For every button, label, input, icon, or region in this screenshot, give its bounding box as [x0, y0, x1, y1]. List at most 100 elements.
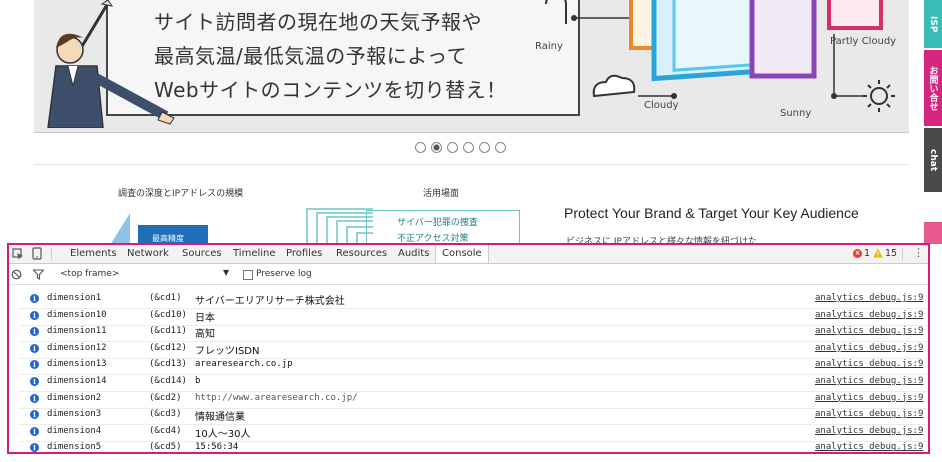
weather-label-rainy: Rainy — [535, 41, 563, 52]
side-tab-contact[interactable]: お問い合せ — [924, 50, 942, 126]
hero-line-3: Webサイトのコンテンツを切り替え！ — [154, 78, 507, 102]
carousel-dot-active[interactable] — [431, 142, 442, 153]
console-row-key: dimension2 — [47, 392, 102, 403]
console-row-source-link[interactable]: analytics_debug.js:9 — [815, 359, 923, 369]
side-tabs: ISP お問い合せ chat — [924, 0, 942, 244]
clear-console-icon[interactable] — [11, 269, 22, 280]
usage-box: サイバー犯罪の捜査 不正アクセス対策 — [366, 210, 520, 244]
console-row-key: dimension12 — [47, 342, 107, 353]
console-row-key: dimension14 — [47, 376, 107, 386]
devtools-panel: Elements Network Sources Timeline Profil… — [7, 243, 930, 454]
weather-label-partly-cloudy: Partly Cloudy — [830, 36, 897, 47]
carousel-dot[interactable] — [495, 142, 506, 153]
warning-count[interactable]: 15 — [885, 248, 897, 259]
carousel-dot[interactable] — [415, 142, 426, 153]
carousel-dot[interactable] — [447, 142, 458, 153]
tagline-heading: Protect Your Brand & Target Your Key Aud… — [564, 205, 859, 221]
error-count[interactable]: 1 — [864, 248, 870, 259]
warning-icon — [873, 248, 883, 258]
tab-timeline[interactable]: Timeline — [233, 245, 276, 263]
devtools-toolbar: Elements Network Sources Timeline Profil… — [9, 245, 928, 264]
section-left-title: 調査の深度とIPアドレスの規模 — [118, 189, 244, 199]
frame-select[interactable]: <top frame> — [60, 269, 119, 279]
console-row-source-link[interactable]: analytics_debug.js:9 — [815, 343, 923, 353]
inspect-element-icon[interactable] — [12, 248, 24, 260]
console-row: i dimension10 (&cd10) 日本 analytics_debug.js:… — [19, 308, 928, 326]
console-row-param: (&cd1) — [149, 293, 182, 303]
console-row-value: 10人～30人 — [195, 428, 251, 440]
weather-label-cloudy: Cloudy — [644, 100, 679, 111]
console-row: i dimension2 (&cd2) http://www.arearesearch… — [19, 391, 928, 409]
console-row-value: 情報通信業 — [195, 412, 245, 424]
console-row-source-link[interactable]: analytics_debug.js:9 — [815, 293, 923, 303]
info-icon: i — [30, 426, 39, 436]
tab-audits[interactable]: Audits — [398, 245, 429, 263]
console-row-value: サイバーエリアリサーチ株式会社 — [195, 296, 345, 307]
console-filter-bar: <top frame> ▼ Preserve log — [9, 264, 928, 285]
console-row-param: (&cd12) — [149, 342, 187, 353]
console-row: i dimension13 (&cd13) arearesearch.co.jp ana… — [19, 357, 928, 376]
info-icon: i — [30, 393, 39, 403]
console-row-key: dimension5 — [47, 442, 102, 453]
website-viewport: サイト訪問者の現在地の天気予報や 最高気温/最低気温の予報によって Webサイト… — [0, 0, 942, 244]
console-log: i dimension1 (&cd1) サイバーエリアリサーチ株式会社 analytic… — [9, 291, 928, 452]
console-row-value: フレッツISDN — [195, 345, 260, 357]
preserve-log-checkbox[interactable] — [243, 270, 253, 280]
console-row-source-link[interactable]: analytics_debug.js:9 — [815, 310, 923, 320]
console-row-source-link[interactable]: analytics_debug.js:9 — [815, 409, 923, 419]
tab-resources[interactable]: Resources — [336, 245, 387, 263]
side-tab-isp[interactable]: ISP — [924, 0, 942, 48]
console-row-param: (&cd14) — [149, 376, 187, 386]
hero-banner[interactable]: サイト訪問者の現在地の天気予報や 最高気温/最低気温の予報によって Webサイト… — [34, 0, 909, 133]
console-row: i dimension14 (&cd14) b analytics_debug.js:9 — [19, 374, 928, 392]
side-tab-chat[interactable]: chat — [924, 128, 942, 192]
console-row-param: (&cd13) — [149, 359, 187, 370]
tab-profiles[interactable]: Profiles — [286, 245, 322, 263]
console-row-param: (&cd2) — [149, 392, 182, 403]
console-row-param: (&cd11) — [149, 326, 187, 337]
console-row: i dimension4 (&cd4) 10人～30人 analytics_debug.… — [19, 424, 928, 442]
filter-icon[interactable] — [33, 269, 44, 280]
console-row-source-link[interactable]: analytics_debug.js:9 — [815, 393, 923, 403]
console-row-value: arearesearch.co.jp — [195, 359, 293, 370]
console-row-value: 日本 — [195, 312, 215, 324]
info-icon: i — [30, 410, 39, 420]
tab-elements[interactable]: Elements — [70, 245, 117, 263]
device-mode-icon[interactable] — [32, 247, 42, 260]
console-row-source-link[interactable]: analytics_debug.js:9 — [815, 326, 923, 336]
divider — [34, 164, 909, 165]
section-mid-title: 活用場面 — [423, 189, 460, 199]
info-icon: i — [30, 294, 39, 303]
console-row: i dimension11 (&cd11) 高知 analytics_debug.js:… — [19, 324, 928, 343]
console-row-source-link[interactable]: analytics_debug.js:9 — [815, 442, 923, 452]
console-row-param: (&cd3) — [149, 409, 182, 420]
weather-label-sunny: Sunny — [780, 108, 812, 119]
side-tab-extra[interactable] — [924, 222, 942, 244]
hero-line-1: サイト訪問者の現在地の天気予報や — [154, 10, 482, 34]
tab-sources[interactable]: Sources — [182, 245, 222, 263]
console-row-key: dimension1 — [47, 293, 102, 303]
console-row-value: 高知 — [195, 329, 215, 341]
chevron-down-icon[interactable]: ▼ — [223, 268, 229, 277]
console-row-key: dimension10 — [47, 309, 107, 320]
console-row-param: (&cd5) — [149, 442, 182, 453]
usage-lines-graphic — [306, 208, 373, 244]
console-row-key: dimension3 — [47, 409, 102, 420]
console-row-value: http://www.arearesearch.co.jp/ — [195, 392, 358, 403]
carousel-dot[interactable] — [479, 142, 490, 153]
info-icon: i — [30, 377, 39, 386]
console-row-param: (&cd10) — [149, 309, 187, 320]
console-row-value: b — [195, 376, 201, 386]
tab-console[interactable]: Console — [435, 245, 489, 263]
console-row-key: dimension4 — [47, 425, 102, 436]
toolbar-divider — [902, 248, 903, 260]
console-row-source-link[interactable]: analytics_debug.js:9 — [815, 376, 923, 386]
console-row-source-link[interactable]: analytics_debug.js:9 — [815, 426, 923, 436]
console-row-value: 15:56:34 — [195, 442, 239, 453]
tab-network[interactable]: Network — [127, 245, 169, 263]
console-row: i dimension5 (&cd5) 15:56:34 analytics_debug… — [19, 440, 928, 453]
info-icon: i — [30, 310, 39, 320]
carousel-dot[interactable] — [463, 142, 474, 153]
more-options-icon[interactable]: ⋮ — [913, 246, 924, 260]
carousel-indicators — [415, 142, 506, 156]
